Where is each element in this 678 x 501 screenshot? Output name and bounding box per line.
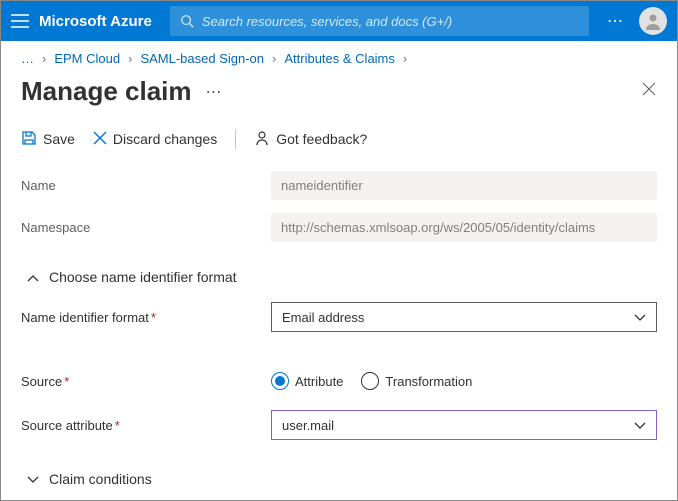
- name-label: Name: [21, 178, 271, 193]
- save-label: Save: [43, 131, 75, 147]
- brand-label: Microsoft Azure: [39, 13, 152, 30]
- more-icon[interactable]: ⋯: [607, 11, 625, 31]
- save-icon: [21, 130, 37, 149]
- page-title: Manage claim: [21, 76, 192, 107]
- search-input[interactable]: [202, 14, 579, 29]
- breadcrumb-item[interactable]: SAML-based Sign-on: [140, 51, 264, 66]
- nid-format-label: Name identifier format*: [21, 310, 271, 325]
- breadcrumb-item[interactable]: Attributes & Claims: [284, 51, 395, 66]
- source-attr-label: Source attribute*: [21, 418, 271, 433]
- discard-button[interactable]: Discard changes: [93, 131, 217, 148]
- chevron-right-icon: ›: [42, 51, 46, 66]
- source-radio-transformation[interactable]: Transformation: [361, 372, 472, 390]
- global-search[interactable]: [170, 6, 589, 36]
- source-radio-attribute[interactable]: Attribute: [271, 372, 343, 390]
- chevron-down-icon: [634, 310, 646, 325]
- feedback-label: Got feedback?: [276, 131, 367, 147]
- radio-label: Transformation: [385, 374, 472, 389]
- namespace-field: http://schemas.xmlsoap.org/ws/2005/05/id…: [271, 213, 657, 242]
- close-icon[interactable]: [641, 81, 657, 102]
- section-title: Choose name identifier format: [49, 269, 237, 285]
- section-title: Claim conditions: [49, 471, 152, 487]
- chevron-right-icon: ›: [128, 51, 132, 66]
- chevron-down-icon: [27, 471, 39, 487]
- menu-icon[interactable]: [11, 14, 29, 28]
- save-button[interactable]: Save: [21, 130, 75, 149]
- nid-format-value: Email address: [282, 310, 364, 325]
- source-label: Source*: [21, 374, 271, 389]
- source-attr-select[interactable]: user.mail: [271, 410, 657, 440]
- chevron-right-icon: ›: [403, 51, 407, 66]
- title-more-icon[interactable]: ⋯: [206, 82, 222, 102]
- discard-icon: [93, 131, 107, 148]
- avatar[interactable]: [639, 7, 667, 35]
- namespace-label: Namespace: [21, 220, 271, 235]
- breadcrumb-overflow[interactable]: …: [21, 51, 34, 66]
- radio-label: Attribute: [295, 374, 343, 389]
- section-claim-conditions[interactable]: Claim conditions: [21, 449, 657, 501]
- chevron-right-icon: ›: [272, 51, 276, 66]
- feedback-icon: [254, 130, 270, 149]
- radio-unselected-icon: [361, 372, 379, 390]
- toolbar-divider: [235, 129, 236, 149]
- name-field: nameidentifier: [271, 171, 657, 200]
- chevron-up-icon: [27, 269, 39, 285]
- chevron-down-icon: [634, 418, 646, 433]
- feedback-button[interactable]: Got feedback?: [254, 130, 367, 149]
- breadcrumb-item[interactable]: EPM Cloud: [54, 51, 120, 66]
- radio-selected-icon: [271, 372, 289, 390]
- discard-label: Discard changes: [113, 131, 217, 147]
- nid-format-select[interactable]: Email address: [271, 302, 657, 332]
- section-name-identifier[interactable]: Choose name identifier format: [21, 251, 657, 299]
- source-attr-value: user.mail: [282, 418, 334, 433]
- search-icon: [180, 14, 194, 28]
- breadcrumb: … › EPM Cloud › SAML-based Sign-on › Att…: [1, 41, 677, 76]
